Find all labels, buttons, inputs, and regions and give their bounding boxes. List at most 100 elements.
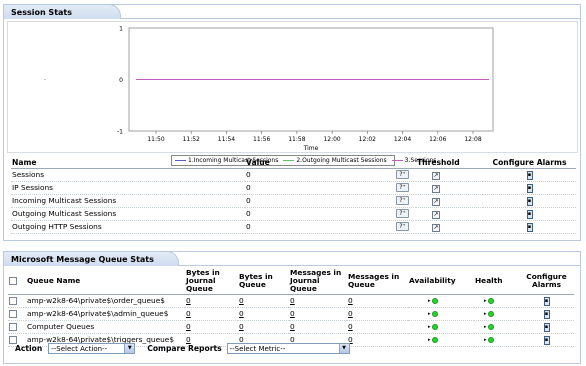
select-all-checkbox[interactable] (9, 276, 17, 285)
bytes-journal-cell: 0 (185, 294, 238, 308)
availability-status-icon[interactable] (431, 337, 438, 343)
alarm-bell-icon[interactable]: ▪ (526, 210, 533, 219)
alarm-cell: ▪ (483, 220, 576, 234)
table-row[interactable]: Computer Queues 0 0 0 0 ▸ ▸ ▪ (8, 320, 574, 334)
x-tick-label: 11:56 (253, 136, 270, 143)
msgs-queue-link[interactable]: 0 (348, 309, 353, 318)
health-status-icon[interactable] (487, 324, 494, 330)
edit-threshold-icon[interactable]: ↗ (432, 184, 440, 193)
alarm-bell-icon[interactable]: ▪ (526, 197, 533, 206)
queue-name[interactable]: amp-w2k8-64\private$\order_queue$ (26, 294, 185, 308)
col-header-health: Health (474, 268, 519, 295)
edit-threshold-icon[interactable]: ↗ (432, 171, 440, 180)
availability-status-icon[interactable] (431, 298, 438, 304)
msgs-queue-cell: 0 (347, 320, 408, 334)
health-status-icon[interactable] (487, 311, 494, 317)
arrow-icon: ▸ (428, 311, 431, 317)
report-icon[interactable]: ?⁺ (396, 196, 409, 205)
msgs-journal-cell: 0 (289, 307, 347, 321)
row-checkbox[interactable] (9, 323, 17, 331)
col-header-threshold: Threshold (416, 158, 483, 169)
edit-threshold-icon[interactable]: ↗ (432, 223, 440, 232)
table-row: Incoming Multicast Sessions 0 ?⁺ ↗ ▪ (11, 194, 576, 208)
chevron-down-icon: ▼ (338, 344, 349, 353)
arrow-icon: ▸ (428, 324, 431, 330)
msgs-journal-link[interactable]: 0 (290, 322, 295, 331)
select-all-cell (8, 268, 26, 295)
alarm-bell-icon[interactable]: ▪ (526, 223, 533, 232)
row-value-text: 0 (246, 170, 251, 179)
edit-threshold-icon[interactable]: ↗ (432, 210, 440, 219)
msgs-journal-link[interactable]: 0 (290, 296, 295, 305)
row-value: 0 ?⁺ (245, 220, 416, 234)
action-label: Action (15, 344, 43, 353)
availability-cell: ▸ (408, 333, 474, 347)
bytes-journal-link[interactable]: 0 (186, 296, 191, 305)
threshold-cell: ↗ (416, 168, 483, 182)
msgs-queue-link[interactable]: 0 (348, 322, 353, 331)
row-value-text: 0 (246, 183, 251, 192)
report-icon[interactable]: ?⁺ (396, 170, 409, 179)
bytes-journal-link[interactable]: 0 (186, 309, 191, 318)
x-tick-label: 11:58 (288, 136, 305, 143)
bytes-queue-link[interactable]: 0 (239, 309, 244, 318)
threshold-cell: ↗ (416, 194, 483, 208)
health-status-icon[interactable] (487, 298, 494, 304)
table-row[interactable]: amp-w2k8-64\private$\admin_queue$ 0 0 0 0 ▸ ▸ ▪ (8, 307, 574, 321)
alarm-cell: ▪ (519, 307, 574, 321)
col-header-bytes-journal: Bytes in Journal Queue (185, 268, 238, 295)
msgs-queue-link[interactable]: 0 (348, 296, 353, 305)
bytes-queue-cell: 0 (238, 307, 289, 321)
alarm-cell: ▪ (519, 333, 574, 347)
health-cell: ▸ (474, 307, 519, 321)
table-row: Outgoing HTTP Sessions 0 ?⁺ ↗ ▪ (11, 220, 576, 234)
arrow-icon: ▸ (484, 337, 487, 343)
action-select[interactable]: --Select Action-- ▼ (48, 343, 136, 354)
table-row[interactable]: amp-w2k8-64\private$\order_queue$ 0 0 0 0 ▸ ▸ ▪ (8, 294, 574, 308)
availability-status-icon[interactable] (431, 324, 438, 330)
table-header-row: Name Value Threshold Configure Alarms (11, 158, 576, 169)
compare-metric-select[interactable]: --Select Metric-- ▼ (226, 343, 350, 354)
row-name: Sessions (11, 168, 245, 182)
report-icon[interactable]: ?⁺ (396, 209, 409, 218)
table-header-row: Queue Name Bytes in Journal Queue Bytes … (8, 268, 574, 295)
alarm-bell-icon[interactable]: ▪ (543, 323, 550, 332)
msgs-queue-cell: 0 (347, 333, 408, 347)
x-axis-label: Time (303, 145, 319, 152)
msgs-journal-cell: 0 (289, 294, 347, 308)
row-checkbox-cell (8, 320, 26, 334)
health-cell: ▸ (474, 294, 519, 308)
bytes-journal-link[interactable]: 0 (186, 322, 191, 331)
arrow-icon: ▸ (428, 298, 431, 304)
queue-name[interactable]: Computer Queues (26, 320, 185, 334)
health-cell: ▸ (474, 320, 519, 334)
alarm-bell-icon[interactable]: ▪ (526, 184, 533, 193)
table-row: Outgoing Multicast Sessions 0 ?⁺ ↗ ▪ (11, 207, 576, 221)
alarm-cell: ▪ (483, 168, 576, 182)
arrow-icon: ▸ (484, 298, 487, 304)
arrow-icon: ▸ (484, 324, 487, 330)
chevron-down-icon: ▼ (124, 344, 135, 353)
alarm-bell-icon[interactable]: ▪ (543, 336, 550, 345)
compare-select-value: --Select Metric-- (229, 344, 286, 353)
bytes-queue-link[interactable]: 0 (239, 322, 244, 331)
report-icon[interactable]: ?⁺ (396, 183, 409, 192)
x-tick-label: 12:04 (394, 136, 411, 143)
availability-cell: ▸ (408, 307, 474, 321)
queue-name[interactable]: amp-w2k8-64\private$\admin_queue$ (26, 307, 185, 321)
alarm-bell-icon[interactable]: ▪ (526, 171, 533, 180)
session-stats-title: Session Stats (3, 4, 121, 19)
bytes-queue-cell: 0 (238, 320, 289, 334)
availability-status-icon[interactable] (431, 311, 438, 317)
edit-threshold-icon[interactable]: ↗ (432, 197, 440, 206)
alarm-bell-icon[interactable]: ▪ (543, 310, 550, 319)
alarm-bell-icon[interactable]: ▪ (543, 297, 550, 306)
msgs-journal-link[interactable]: 0 (290, 309, 295, 318)
x-tick-label: 11:52 (183, 136, 200, 143)
row-checkbox[interactable] (9, 297, 17, 305)
table-row: IP Sessions 0 ?⁺ ↗ ▪ (11, 181, 576, 195)
report-icon[interactable]: ?⁺ (396, 222, 409, 231)
row-checkbox[interactable] (9, 310, 17, 318)
bytes-queue-link[interactable]: 0 (239, 296, 244, 305)
health-status-icon[interactable] (487, 337, 494, 343)
